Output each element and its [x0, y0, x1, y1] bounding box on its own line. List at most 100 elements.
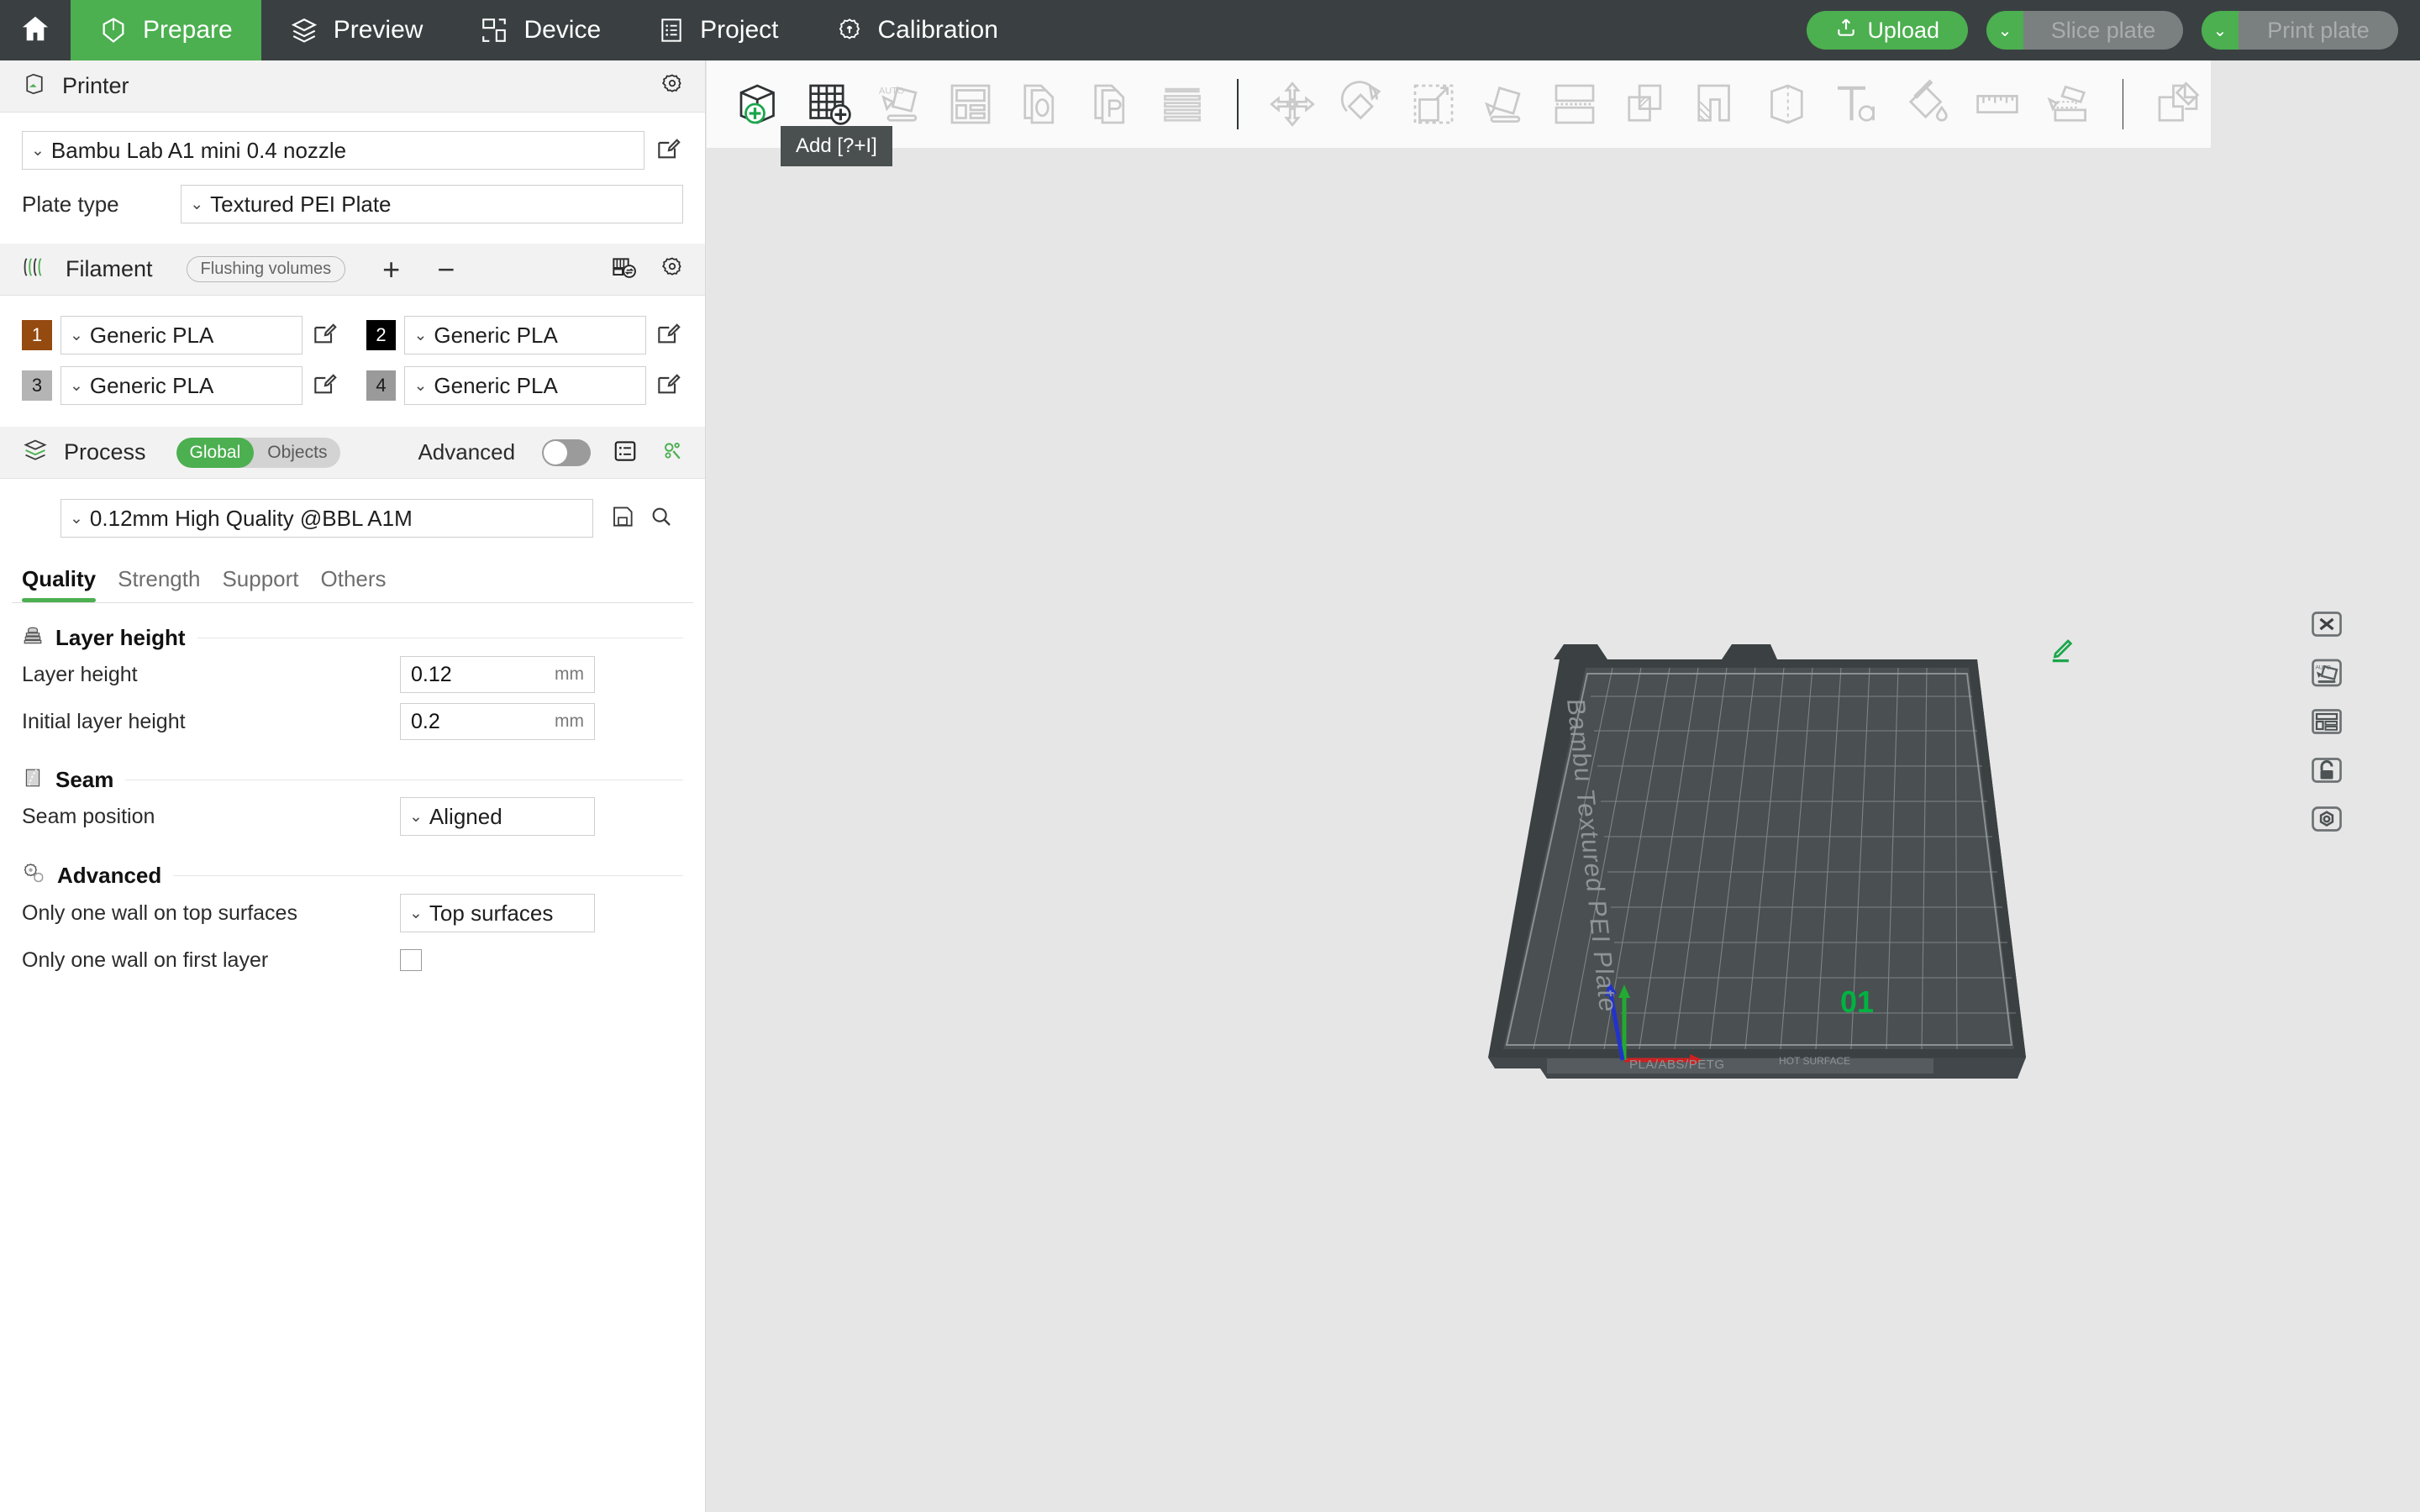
ams-sync-icon[interactable]	[611, 255, 638, 286]
auto-arrange-plate-icon[interactable]: AUTO	[2307, 654, 2346, 692]
slice-plate-split-button[interactable]: ⌄ Slice plate	[1986, 11, 2183, 50]
upload-button[interactable]: Upload	[1807, 11, 1968, 50]
plate-side-controls: AUTO	[2307, 605, 2346, 838]
layer-height-value: 0.12	[411, 662, 452, 686]
process-layers-icon	[22, 438, 49, 466]
tab-quality[interactable]: Quality	[22, 566, 118, 602]
filament-section-header: Filament Flushing volumes + −	[0, 244, 705, 296]
filament-header-actions	[611, 244, 685, 296]
filament-slot-index-4[interactable]: 4	[366, 370, 397, 401]
tabs-divider	[12, 602, 693, 603]
slice-plate-button[interactable]: Slice plate	[2023, 11, 2183, 50]
edit-pencil-icon[interactable]	[655, 371, 683, 400]
plate-settings-icon[interactable]	[2307, 800, 2346, 838]
filament-slot-index-2[interactable]: 2	[366, 320, 397, 350]
search-gears-icon[interactable]	[660, 438, 685, 468]
process-scope-objects[interactable]: Objects	[254, 438, 340, 468]
chevron-down-icon: ⌄	[2212, 21, 2228, 40]
save-floppy-icon[interactable]	[610, 504, 635, 533]
chevron-down-icon: ⌄	[1997, 21, 2012, 40]
gear-icon[interactable]	[660, 255, 685, 285]
group-title-seam: Seam	[55, 767, 114, 792]
advanced-toggle[interactable]	[542, 438, 592, 466]
edit-pencil-icon[interactable]	[311, 371, 339, 400]
chevron-down-icon: ⌄	[190, 195, 204, 213]
filament-select-1[interactable]: ⌄ Generic PLA	[60, 316, 302, 354]
option-label-one-wall-top-surfaces: Only one wall on top surfaces	[22, 900, 297, 925]
nav-tab-device[interactable]: Device	[451, 0, 629, 60]
search-icon[interactable]	[649, 504, 674, 533]
nav-tab-preview-label: Preview	[333, 16, 424, 44]
nav-tab-calibration[interactable]: Calibration	[808, 0, 1027, 60]
printer-preset-row: ⌄ Bambu Lab A1 mini 0.4 nozzle	[0, 131, 705, 170]
plate-type-select[interactable]: ⌄ Textured PEI Plate	[181, 185, 683, 223]
tab-support[interactable]: Support	[222, 566, 320, 602]
filament-value-1: Generic PLA	[89, 322, 214, 348]
option-row-seam-position: Seam position ⌄ Aligned	[0, 793, 705, 840]
printer-preset-select[interactable]: ⌄ Bambu Lab A1 mini 0.4 nozzle	[22, 131, 645, 170]
seam-position-select[interactable]: ⌄ Aligned	[400, 797, 595, 836]
toolbar-tooltip-text: Add [?+I]	[796, 134, 877, 157]
print-plate-dropdown-arrow[interactable]: ⌄	[2202, 11, 2238, 50]
build-plate-container[interactable]: Bambu Textured PEI Plate PLA/ABS/PETG HO…	[707, 60, 2420, 1512]
filament-select-3[interactable]: ⌄ Generic PLA	[60, 366, 302, 405]
filament-slot-grid: 1 ⌄ Generic PLA 2 ⌄ Generic PLA 3 ⌄ Gene…	[0, 316, 705, 405]
option-row-one-wall-top-surfaces: Only one wall on top surfaces ⌄ Top surf…	[0, 890, 705, 937]
filament-select-4[interactable]: ⌄ Generic PLA	[404, 366, 647, 405]
plate-number-label: 01	[1840, 984, 1874, 1020]
print-plate-button[interactable]: Print plate	[2238, 11, 2398, 50]
filament-index-label: 4	[376, 375, 387, 396]
filament-index-label: 2	[376, 324, 387, 345]
print-plate-label: Print plate	[2267, 17, 2370, 43]
layer-height-unit: mm	[555, 664, 584, 684]
home-button[interactable]	[0, 0, 71, 60]
filament-value-4: Generic PLA	[434, 372, 558, 398]
print-plate-split-button[interactable]: ⌄ Print plate	[2202, 11, 2398, 50]
edit-pencil-icon[interactable]	[655, 321, 683, 349]
slice-plate-dropdown-arrow[interactable]: ⌄	[1986, 11, 2023, 50]
flushing-volumes-button[interactable]: Flushing volumes	[186, 256, 346, 282]
tab-others[interactable]: Others	[321, 566, 408, 602]
advanced-toggle-label: Advanced	[418, 439, 516, 465]
initial-layer-height-input[interactable]: 0.2 mm	[400, 703, 595, 740]
plate-type-label: Plate type	[22, 191, 119, 217]
process-section-title: Process	[64, 439, 146, 465]
process-header-actions	[613, 427, 685, 479]
plate-settings-layout-icon[interactable]	[2307, 702, 2346, 741]
delete-plate-icon[interactable]	[2307, 605, 2346, 643]
initial-layer-height-value: 0.2	[411, 709, 440, 733]
list-view-icon[interactable]	[613, 438, 638, 468]
nav-tab-project[interactable]: Project	[629, 0, 807, 60]
process-scope-global[interactable]: Global	[176, 437, 255, 468]
edit-pencil-icon[interactable]	[311, 321, 339, 349]
plus-icon[interactable]: +	[382, 254, 400, 285]
one-wall-top-surfaces-value: Top surfaces	[429, 900, 554, 926]
layer-height-input[interactable]: 0.12 mm	[400, 656, 595, 693]
plate-footer-materials: PLA/ABS/PETG	[1629, 1058, 1725, 1072]
flushing-volumes-label: Flushing volumes	[200, 260, 332, 278]
edit-pencil-icon[interactable]	[655, 136, 683, 165]
printer-section-title: Printer	[62, 73, 129, 98]
process-scope-segmented[interactable]: Global Objects	[176, 437, 341, 468]
group-title-advanced: Advanced	[57, 863, 162, 888]
tab-strength[interactable]: Strength	[118, 566, 222, 602]
layer-stack-icon	[22, 625, 44, 651]
process-preset-select[interactable]: ⌄ 0.12mm High Quality @BBL A1M	[60, 499, 593, 538]
nav-tab-preview[interactable]: Preview	[261, 0, 452, 60]
filament-slot-index-3[interactable]: 3	[22, 370, 52, 401]
chevron-down-icon: ⌄	[409, 807, 423, 826]
one-wall-top-surfaces-select[interactable]: ⌄ Top surfaces	[400, 894, 595, 932]
filament-slot-index-1[interactable]: 1	[22, 320, 52, 350]
filament-select-2[interactable]: ⌄ Generic PLA	[404, 316, 647, 354]
gear-icon[interactable]	[660, 72, 685, 102]
upload-button-label: Upload	[1867, 17, 1939, 43]
chevron-down-icon: ⌄	[69, 376, 83, 395]
minus-icon[interactable]: −	[437, 254, 455, 285]
initial-layer-height-unit: mm	[555, 711, 584, 731]
3d-viewport[interactable]: AUTO Add [?+I] Bambu Textured PEI Plate …	[707, 60, 2420, 1512]
chevron-down-icon: ⌄	[413, 376, 428, 395]
lock-plate-icon[interactable]	[2307, 751, 2346, 790]
nav-tab-prepare[interactable]: Prepare	[71, 0, 261, 60]
one-wall-first-layer-checkbox[interactable]	[400, 949, 422, 971]
edit-plate-name-icon[interactable]	[2045, 638, 2074, 668]
